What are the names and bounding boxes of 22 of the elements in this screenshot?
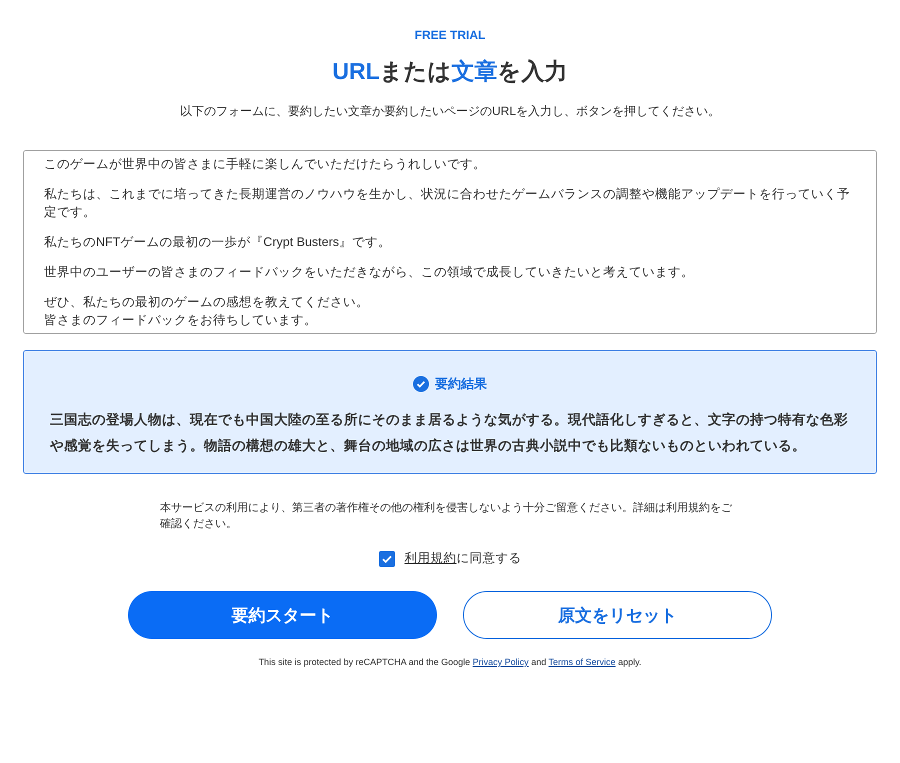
input-text-line: 私たちは、これまでに培ってきた長期運営のノウハウを生かし、状況に合わせたゲームバランスの調整や機能アップデートを行っていく予定です。 [44,186,851,221]
check-circle-icon [413,376,429,392]
input-text-line: 私たちのNFTゲームの最初の一歩が『Crypt Busters』です。 [44,234,392,251]
result-heading: 要約結果 [435,375,487,393]
recaptcha-notice: This site is protected by reCAPTCHA and the Google Privacy Policy and Terms of Service apply. [258,657,642,667]
footer-link[interactable]: Terms of Service [548,657,616,667]
footer-link[interactable]: Privacy Policy [472,657,529,667]
page-title: URLまたは文章を入力 [332,57,568,86]
agree-label: に同意する [456,550,522,567]
input-text-line: ぜひ、私たちの最初のゲームの感想を教えてください。 [44,294,370,311]
text-input-field[interactable] [23,150,877,334]
summary-text: 三国志の登場人物は、現在でも中国大陸の至る所にそのまま居るような気がする。現代語化しすぎると、文字の持つ特有な色彩や感覚を失ってしまう。物語の構想の雄大と、舞台の地域の広さは世界の古典小説中でも比類ないものといわれている。 [50,411,849,455]
agree-checkbox[interactable] [378,550,394,566]
reset-button[interactable]: 原文をリセット [463,591,772,639]
start-summary-button[interactable]: 要約スタート [128,591,437,639]
input-text-line: このゲームが世界中の皆さまに手軽に楽しんでいただけたらうれしいです。 [44,156,487,173]
eyebrow-label: FREE TRIAL [414,28,486,42]
instructions-text: 以下のフォームに、要約したい文章か要約したいページのURLを入力し、ボタンを押してください。 [180,103,720,120]
input-text-line: 世界中のユーザーの皆さまのフィードバックをいただきながら、この領域で成長していきたいと考えています。 [44,264,695,281]
input-text-line: 皆さまのフィードバックをお待ちしています。 [44,312,318,329]
notice-text: 本サービスの利用により、第三者の著作権その他の権利を侵害しないよう十分ご留意ください。詳細は利用規約をご確認ください。 [160,500,733,532]
terms-link[interactable]: 利用規約 [404,550,456,567]
